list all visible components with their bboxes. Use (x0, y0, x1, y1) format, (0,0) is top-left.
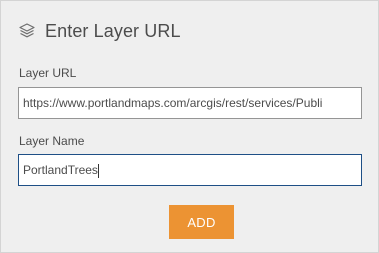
panel-title: Enter Layer URL (45, 20, 181, 41)
enter-layer-url-panel: Enter Layer URL Layer URL https://www.po… (0, 0, 379, 253)
panel-header: Enter Layer URL (18, 20, 181, 42)
layer-name-label: Layer Name (19, 134, 85, 148)
layer-name-input[interactable]: PortlandTrees (18, 154, 362, 186)
text-caret (97, 163, 99, 178)
layer-url-label: Layer URL (19, 66, 77, 80)
layers-icon (18, 22, 36, 40)
layer-url-input[interactable]: https://www.portlandmaps.com/arcgis/rest… (18, 87, 362, 119)
add-button[interactable]: ADD (169, 205, 234, 239)
layer-name-value: PortlandTrees (23, 163, 98, 177)
layer-url-value: https://www.portlandmaps.com/arcgis/rest… (23, 96, 323, 110)
